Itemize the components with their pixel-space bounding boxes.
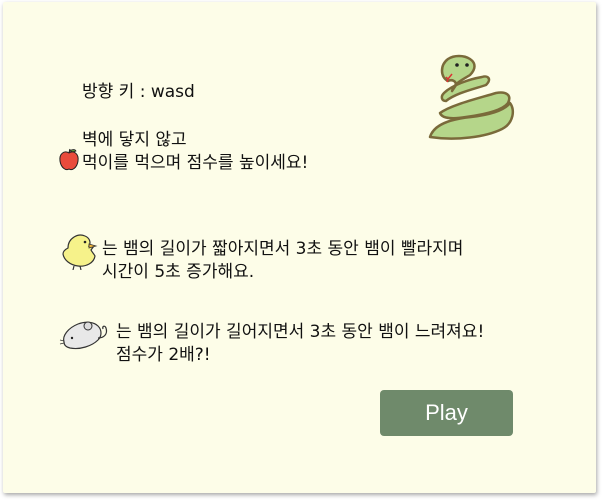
chick-desc-line1: 는 뱀의 길이가 짧아지면서 3초 동안 뱀이 빨라지며 (102, 239, 464, 259)
game-intro-panel: 방향 키 : wasd 벽에 닿지 않고 먹이를 먹으며 점수를 높이세요! 는… (3, 2, 596, 493)
play-button[interactable]: Play (380, 390, 513, 436)
mouse-icon (59, 321, 108, 350)
chick-desc-line2: 시간이 5초 증가해요. (102, 262, 255, 282)
mouse-desc-line1: 는 뱀의 길이가 길어지면서 3초 동안 뱀이 느려져요! (116, 322, 485, 342)
apple-icon (59, 148, 79, 171)
keys-instruction: 방향 키 : wasd (82, 82, 195, 102)
eat-food-instruction: 먹이를 먹으며 점수를 높이세요! (82, 153, 309, 173)
mouse-desc-line2: 점수가 2배?! (116, 345, 211, 365)
avoid-wall-instruction: 벽에 닿지 않고 (82, 130, 187, 150)
snake-icon (428, 54, 515, 140)
chick-icon (62, 234, 98, 270)
